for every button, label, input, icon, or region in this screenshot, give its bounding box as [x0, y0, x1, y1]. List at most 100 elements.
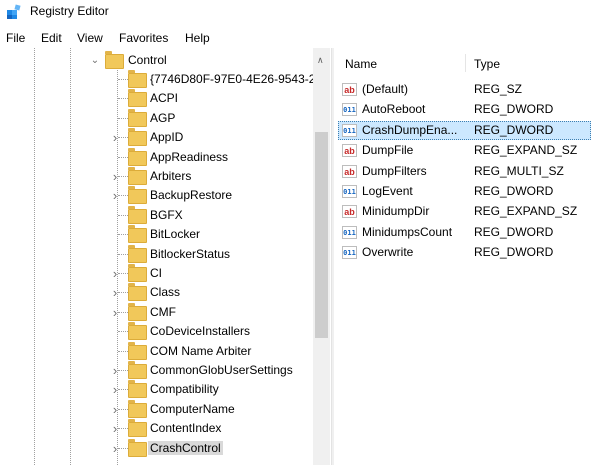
- value-row[interactable]: 011 MinidumpsCount REG_DWORD: [334, 223, 591, 242]
- tree-connector: [118, 253, 128, 255]
- tree-item-label: ContentIndex: [150, 421, 222, 436]
- tree-item[interactable]: BitLocker: [0, 225, 312, 244]
- folder-icon: [105, 51, 124, 69]
- tree-item[interactable]: › AppID: [0, 128, 312, 147]
- chevron-right-icon[interactable]: ›: [110, 439, 120, 458]
- binary-value-icon: 011: [342, 225, 357, 239]
- tree-connector: [118, 234, 128, 236]
- tree-item[interactable]: › CommonGlobUserSettings: [0, 361, 312, 380]
- value-row[interactable]: ab DumpFilters REG_MULTI_SZ: [334, 162, 591, 181]
- tree-item-label: CI: [150, 266, 162, 280]
- value-row[interactable]: 011 Overwrite REG_DWORD: [334, 243, 591, 262]
- chevron-down-icon[interactable]: ⌄: [90, 51, 100, 70]
- folder-icon: [128, 225, 147, 244]
- tree-item-label: CoDeviceInstallers: [150, 324, 251, 339]
- registry-icon: [7, 4, 21, 19]
- column-divider[interactable]: [465, 54, 466, 72]
- folder-icon: [128, 361, 147, 379]
- value-name: CrashDumpEna...: [362, 122, 458, 137]
- tree-item-label: Arbiters: [150, 169, 192, 183]
- value-row[interactable]: 011 CrashDumpEna... REG_DWORD: [334, 120, 591, 140]
- chevron-right-icon[interactable]: ›: [110, 380, 120, 399]
- chevron-right-icon[interactable]: ›: [110, 361, 120, 380]
- tree-item-label: COM Name Arbiter: [150, 343, 252, 358]
- folder-icon: [128, 399, 147, 418]
- tree-item[interactable]: BGFX: [0, 205, 312, 225]
- menu-file[interactable]: File: [6, 31, 25, 45]
- tree-item[interactable]: › CMF: [0, 302, 312, 322]
- string-value-icon: ab: [342, 205, 357, 219]
- value-type: REG_EXPAND_SZ: [474, 204, 578, 219]
- chevron-right-icon[interactable]: ›: [110, 186, 120, 205]
- tree-item-label: AGP: [150, 110, 176, 125]
- chevron-right-icon[interactable]: ›: [110, 303, 120, 322]
- binary-value-icon: 011: [342, 246, 357, 260]
- tree-item[interactable]: › CrashControl: [0, 438, 312, 458]
- tree-connector: [118, 331, 128, 333]
- tree-item[interactable]: › BackupRestore: [0, 186, 312, 205]
- tree-item-label: CommonGlobUserSettings: [150, 363, 293, 377]
- tree-item[interactable]: › ComputerName: [0, 399, 312, 419]
- column-header-type[interactable]: Type: [474, 57, 500, 71]
- tree-item[interactable]: › ContentIndex: [0, 419, 312, 438]
- chevron-right-icon[interactable]: ›: [110, 419, 120, 438]
- values-list[interactable]: Name Type ab (Default) REG_SZ 011 AutoReboot…: [334, 48, 591, 465]
- menu-view[interactable]: View: [77, 31, 103, 45]
- folder-icon: [128, 438, 147, 457]
- value-row[interactable]: 011 AutoReboot REG_DWORD: [334, 100, 591, 119]
- tree-item[interactable]: › Compatibility: [0, 380, 312, 399]
- chevron-right-icon[interactable]: ›: [110, 400, 120, 419]
- tree-guide-line: [70, 48, 71, 465]
- tree-item[interactable]: › Arbiters: [0, 167, 312, 186]
- folder-icon: [128, 108, 147, 127]
- folder-icon: [128, 205, 147, 224]
- tree-item[interactable]: CoDeviceInstallers: [0, 322, 312, 341]
- string-value-icon: ab: [342, 164, 357, 178]
- tree-guide-line: [34, 48, 35, 465]
- value-row[interactable]: 011 LogEvent REG_DWORD: [334, 182, 591, 201]
- folder-icon: [128, 128, 147, 147]
- menu-edit[interactable]: Edit: [41, 31, 62, 45]
- tree-item-label: BitlockerStatus: [150, 246, 231, 261]
- tree-connector: [118, 156, 128, 158]
- folder-icon: [128, 186, 147, 205]
- tree-item[interactable]: BitlockerStatus: [0, 244, 312, 264]
- chevron-right-icon[interactable]: ›: [110, 167, 120, 186]
- tree-connector: [118, 98, 128, 100]
- folder-icon: [128, 322, 147, 341]
- tree-item-label: Class: [150, 285, 181, 300]
- value-type: REG_DWORD: [474, 122, 554, 137]
- menu-favorites[interactable]: Favorites: [119, 31, 168, 45]
- tree-scrollbar[interactable]: ∧: [313, 48, 330, 465]
- key-tree[interactable]: ⌄ Control {7746D80F-97E0-4E26-9543-2 ACPI AG…: [0, 48, 330, 465]
- chevron-right-icon[interactable]: ›: [110, 283, 120, 302]
- value-type: REG_DWORD: [474, 184, 554, 198]
- tree-item-label: CrashControl: [148, 440, 223, 455]
- value-row[interactable]: ab DumpFile REG_EXPAND_SZ: [334, 141, 591, 160]
- value-type: REG_DWORD: [474, 245, 554, 260]
- scroll-thumb[interactable]: [315, 132, 328, 338]
- value-name: MinidumpsCount: [362, 224, 453, 239]
- tree-item[interactable]: AppReadiness: [0, 147, 312, 167]
- menu-bar: File Edit View Favorites Help: [0, 28, 591, 48]
- chevron-right-icon[interactable]: ›: [110, 128, 120, 147]
- string-value-icon: ab: [342, 144, 357, 158]
- tree-item[interactable]: › CI: [0, 264, 312, 283]
- tree-item[interactable]: ACPI: [0, 89, 312, 108]
- folder-icon: [128, 283, 147, 302]
- tree-item[interactable]: {7746D80F-97E0-4E26-9543-2: [0, 70, 315, 89]
- binary-value-icon: 011: [342, 103, 357, 117]
- tree-item[interactable]: COM Name Arbiter: [0, 341, 312, 361]
- scroll-up-icon[interactable]: ∧: [317, 55, 324, 66]
- value-name: MinidumpDir: [362, 204, 430, 219]
- tree-item[interactable]: › Class: [0, 283, 312, 302]
- value-row[interactable]: ab MinidumpDir REG_EXPAND_SZ: [334, 202, 591, 221]
- value-type: REG_DWORD: [474, 102, 554, 117]
- tree-item[interactable]: AGP: [0, 108, 312, 128]
- column-header-name[interactable]: Name: [345, 57, 377, 71]
- chevron-right-icon[interactable]: ›: [110, 264, 120, 283]
- value-row[interactable]: ab (Default) REG_SZ: [334, 80, 591, 99]
- value-name: AutoReboot: [362, 102, 426, 117]
- menu-help[interactable]: Help: [185, 31, 210, 45]
- tree-item-control[interactable]: ⌄ Control: [0, 51, 312, 70]
